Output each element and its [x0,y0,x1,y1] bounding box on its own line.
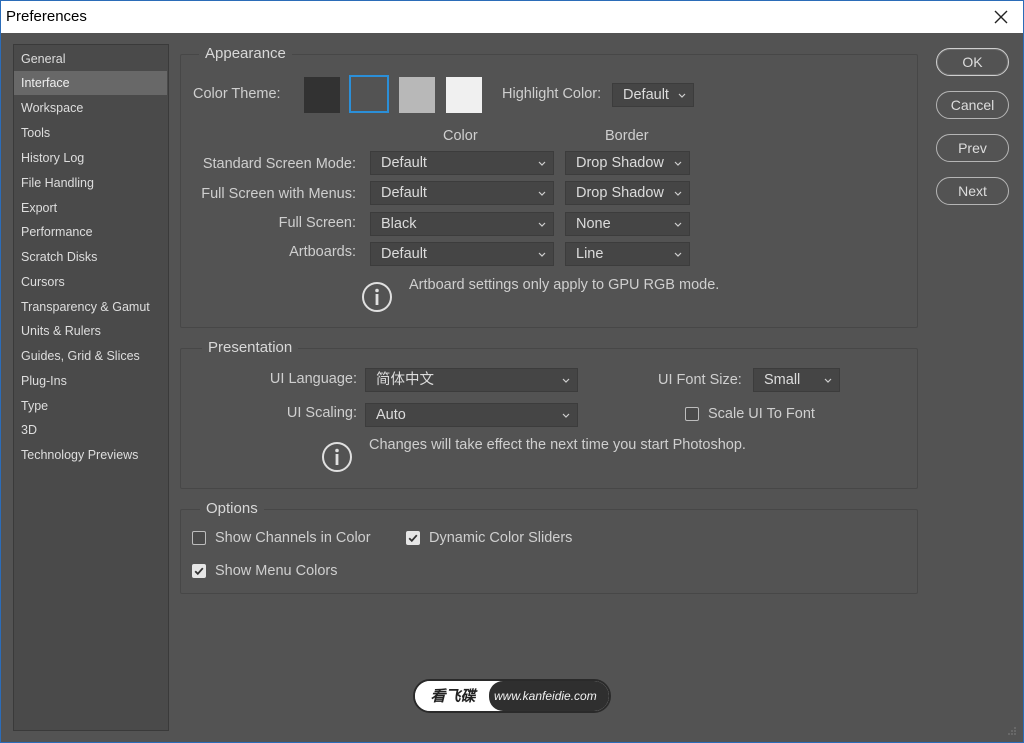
chevron-down-icon [674,161,682,166]
info-icon [362,282,392,312]
ui-scaling-label: UI Scaling: [286,405,357,421]
cancel-button[interactable]: Cancel [936,91,1009,119]
close-icon[interactable] [989,5,1013,29]
checkmark-icon [408,534,418,543]
ui-language-select[interactable]: 简体中文 [365,368,578,392]
chevron-down-icon [674,252,682,257]
chevron-down-icon [674,191,682,196]
watermark-brand: 看飞碟 [415,681,491,711]
scale-ui-to-font-label: Scale UI To Font [708,406,815,422]
chevron-down-icon [678,93,686,98]
artboards-color-select[interactable]: Default [370,242,554,266]
sidebar-item-export[interactable]: Export [14,196,167,220]
dynamic-color-sliders-checkbox[interactable] [406,531,420,545]
sidebar-item-guides-grid-slices[interactable]: Guides, Grid & Slices [14,344,167,368]
sidebar-item-scratch-disks[interactable]: Scratch Disks [14,245,167,269]
standard-screen-color-value: Default [381,155,427,171]
full-screen-menus-color-select[interactable]: Default [370,181,554,205]
theme-swatch-medium-dark[interactable] [349,75,389,113]
sidebar-item-tools[interactable]: Tools [14,121,167,145]
border-column-header: Border [605,128,649,144]
resize-grip-icon[interactable] [1007,726,1017,736]
show-menu-colors-checkbox[interactable] [192,564,206,578]
color-theme-label: Color Theme: [193,86,281,102]
artboards-color-value: Default [381,246,427,262]
sidebar-item-technology-previews[interactable]: Technology Previews [14,443,167,467]
artboards-label: Artboards: [289,244,356,260]
prev-button[interactable]: Prev [936,134,1009,162]
ui-language-value: 简体中文 [376,372,434,388]
watermark-url: www.kanfeidie.com [489,681,609,711]
full-screen-menus-border-select[interactable]: Drop Shadow [565,181,690,205]
ui-font-size-select[interactable]: Small [753,368,840,392]
sidebar: General Interface Workspace Tools Histor… [13,44,169,731]
theme-swatch-darkest[interactable] [304,77,340,113]
options-group [180,509,918,594]
sidebar-item-type[interactable]: Type [14,394,167,418]
standard-screen-mode-label: Standard Screen Mode: [202,156,356,172]
sidebar-item-file-handling[interactable]: File Handling [14,171,167,195]
ui-language-label: UI Language: [269,371,357,387]
sidebar-item-plug-ins[interactable]: Plug-Ins [14,369,167,393]
show-channels-in-color-label: Show Channels in Color [215,530,371,546]
chevron-down-icon [674,222,682,227]
theme-swatch-lightest[interactable] [446,77,482,113]
info-icon [322,442,352,472]
checkmark-icon [194,567,204,576]
sidebar-item-units-rulers[interactable]: Units & Rulers [14,319,167,343]
standard-screen-border-value: Drop Shadow [576,155,664,171]
dynamic-color-sliders-label: Dynamic Color Sliders [429,530,573,546]
artboards-border-select[interactable]: Line [565,242,690,266]
chevron-down-icon [562,378,570,383]
chevron-down-icon [538,222,546,227]
watermark: 看飞碟 www.kanfeidie.com [413,679,611,713]
theme-swatch-medium-light[interactable] [399,77,435,113]
scale-ui-to-font-checkbox[interactable] [685,407,699,421]
full-screen-menus-color-value: Default [381,185,427,201]
ui-scaling-value: Auto [376,407,406,423]
full-screen-menus-border-value: Drop Shadow [576,185,664,201]
sidebar-item-interface[interactable]: Interface [14,71,167,95]
title-bar: Preferences [1,1,1023,33]
presentation-legend: Presentation [202,339,299,356]
sidebar-item-3d[interactable]: 3D [14,418,167,442]
sidebar-item-cursors[interactable]: Cursors [14,270,167,294]
chevron-down-icon [538,161,546,166]
full-screen-color-select[interactable]: Black [370,212,554,236]
show-menu-colors-label: Show Menu Colors [215,563,338,579]
standard-screen-color-select[interactable]: Default [370,151,554,175]
next-button[interactable]: Next [936,177,1009,205]
artboards-border-value: Line [576,246,604,262]
ok-button[interactable]: OK [936,48,1009,76]
appearance-legend: Appearance [199,45,292,62]
preferences-window: Preferences General Interface Workspace … [0,0,1024,743]
full-screen-color-value: Black [381,216,417,232]
presentation-note: Changes will take effect the next time y… [369,437,746,453]
sidebar-item-general[interactable]: General [14,47,167,71]
chevron-down-icon [824,378,832,383]
full-screen-border-value: None [576,216,611,232]
ui-font-size-value: Small [764,372,801,388]
full-screen-border-select[interactable]: None [565,212,690,236]
highlight-color-value: Default [623,87,669,103]
color-column-header: Color [443,128,478,144]
chevron-down-icon [538,191,546,196]
window-title: Preferences [6,8,87,25]
sidebar-item-performance[interactable]: Performance [14,220,167,244]
artboard-note: Artboard settings only apply to GPU RGB … [409,277,720,293]
full-screen-menus-label: Full Screen with Menus: [201,186,356,202]
sidebar-item-history-log[interactable]: History Log [14,146,167,170]
chevron-down-icon [562,413,570,418]
highlight-color-label: Highlight Color: [502,86,602,102]
sidebar-item-transparency-gamut[interactable]: Transparency & Gamut [14,295,167,319]
chevron-down-icon [538,252,546,257]
show-channels-in-color-checkbox[interactable] [192,531,206,545]
highlight-color-select[interactable]: Default [612,83,694,107]
sidebar-item-workspace[interactable]: Workspace [14,96,167,120]
ui-scaling-select[interactable]: Auto [365,403,578,427]
options-legend: Options [200,500,264,517]
full-screen-label: Full Screen: [278,215,356,231]
standard-screen-border-select[interactable]: Drop Shadow [565,151,690,175]
ui-font-size-label: UI Font Size: [658,372,742,388]
